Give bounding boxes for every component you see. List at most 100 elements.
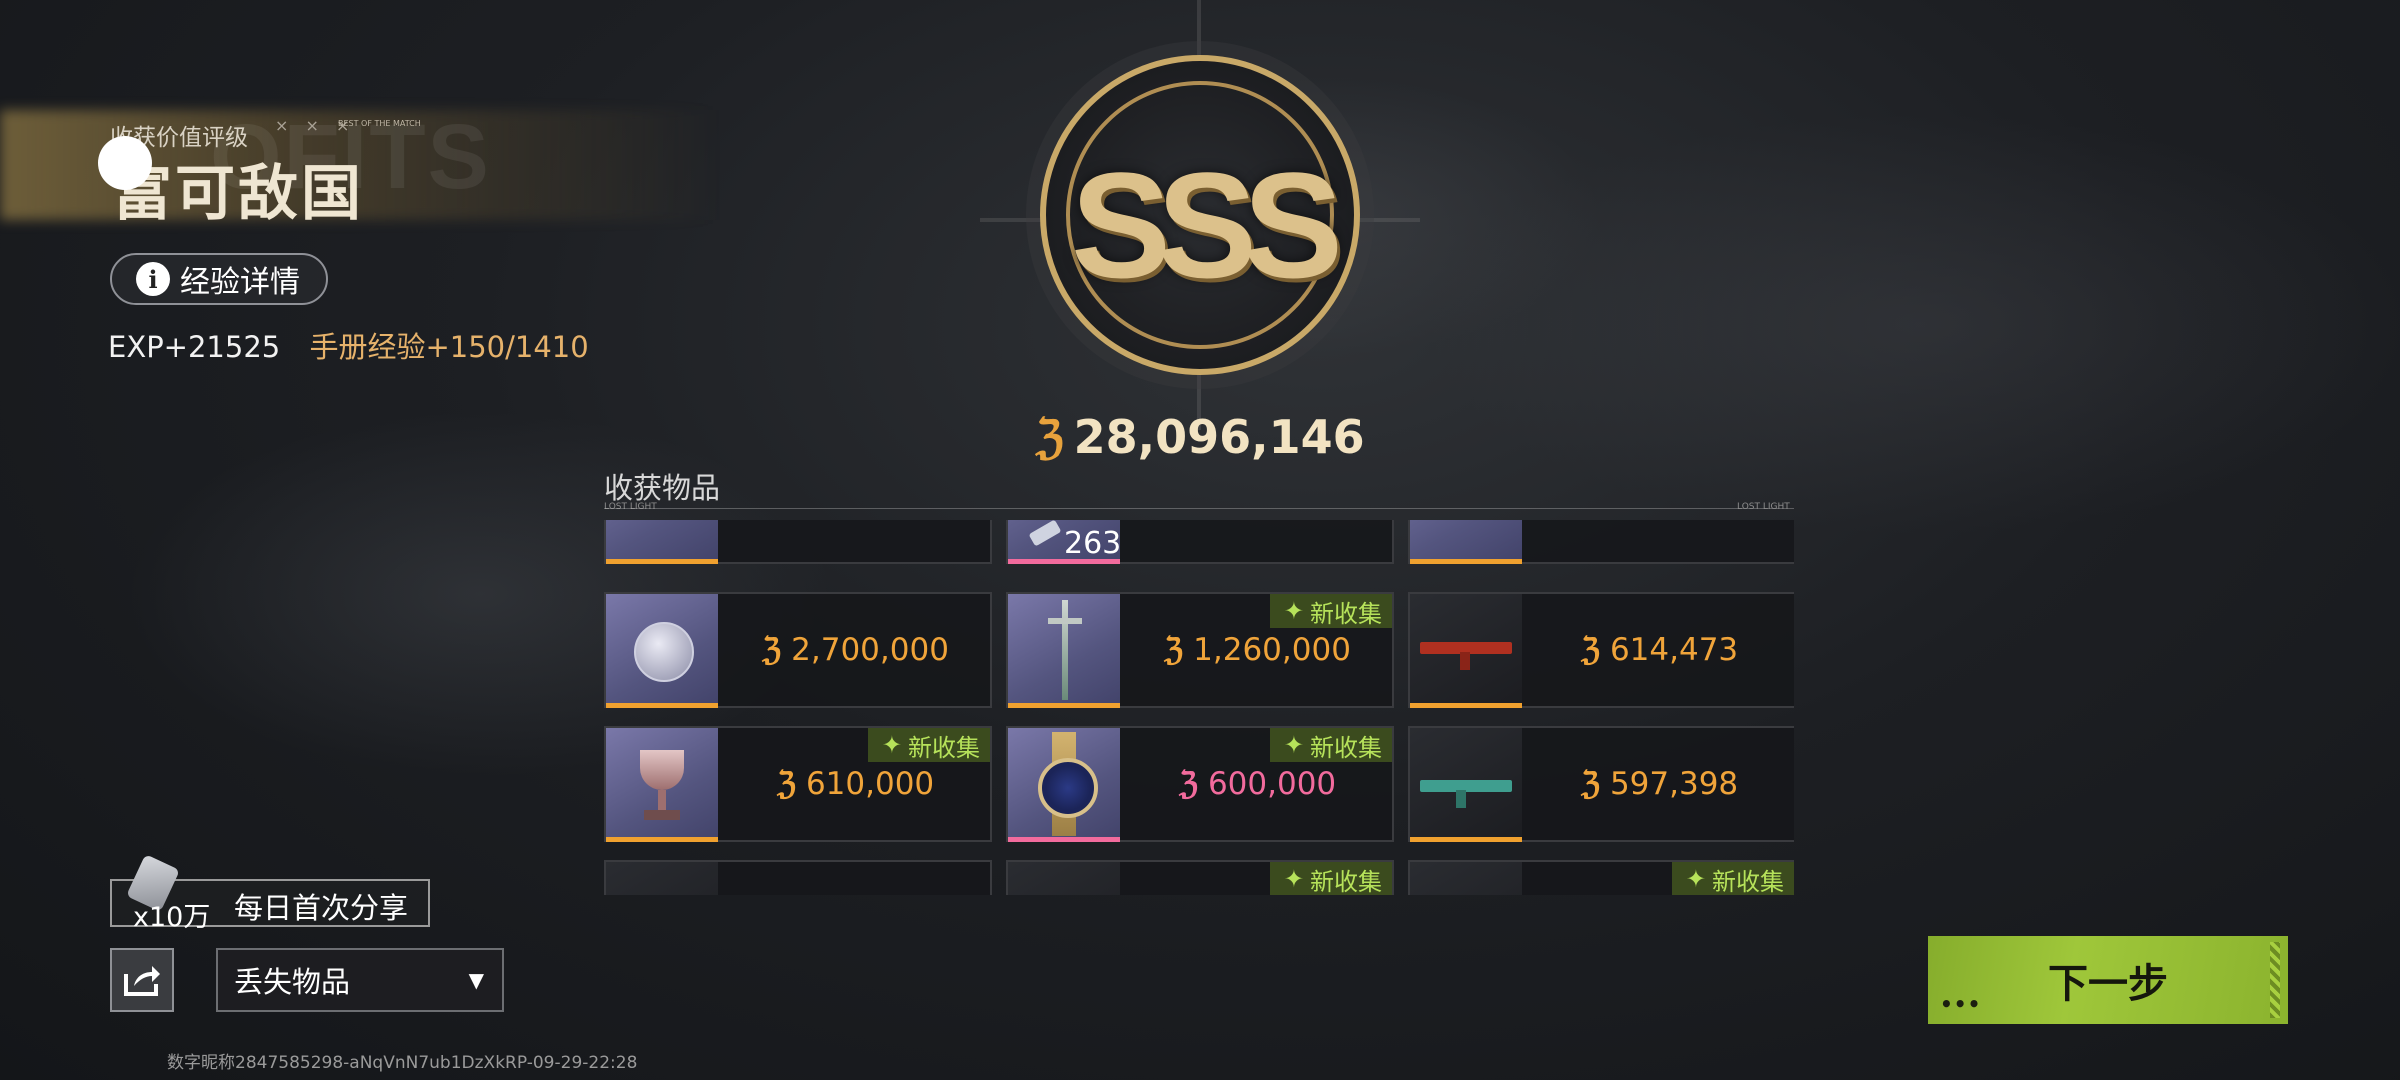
new-collect-badge: ✦ 新收集 [1269, 728, 1392, 762]
rating-subtext: BEST OF THE MATCH [338, 119, 421, 128]
sparkle-icon: ✦ [1283, 731, 1304, 759]
total-value: ℨ 28,096,146 [1035, 410, 1364, 464]
loot-card-partial[interactable] [604, 520, 992, 564]
rarity-bar [1008, 559, 1120, 564]
loot-card-partial[interactable] [604, 860, 992, 895]
item-thumb [606, 594, 718, 708]
grade-letters: SSS [1070, 141, 1343, 309]
loot-card[interactable]: ℨ 2,700,000 [604, 592, 992, 708]
trophy-base [644, 810, 680, 820]
dropdown-selected: 丢失物品 [234, 965, 351, 999]
currency-icon: ℨ [776, 766, 796, 802]
item-quantity: 263 [1064, 526, 1122, 561]
next-step-label: 下一步 [2048, 961, 2168, 1007]
coin-item-icon [634, 622, 694, 682]
manual-exp: 手册经验+150/1410 [309, 330, 589, 364]
item-price-value: 614,473 [1609, 632, 1739, 668]
sword-guard [1048, 618, 1082, 624]
currency-icon: ℨ [1178, 766, 1198, 802]
info-icon: i [136, 262, 170, 296]
watch-icon [1038, 758, 1098, 818]
item-thumb [1008, 862, 1120, 895]
exp-value: EXP+21525 [108, 330, 281, 364]
rarity-bar [1008, 703, 1120, 708]
rarity-bar [1410, 703, 1522, 708]
item-thumb [1410, 862, 1522, 895]
lost-items-dropdown[interactable]: 丢失物品 ▼ [216, 948, 504, 1012]
item-price: ℨ 597,398 [1525, 728, 1794, 840]
item-icon [1028, 520, 1062, 547]
new-collect-label: 新收集 [1310, 733, 1382, 762]
new-collect-label: 新收集 [1310, 867, 1382, 896]
rifle-grip [1456, 790, 1466, 808]
loot-divider-label-left: LOST LIGHT [604, 502, 657, 512]
sparkle-icon: ✦ [1283, 865, 1304, 893]
currency-icon: ℨ [1164, 632, 1184, 668]
rarity-bar [1410, 837, 1522, 842]
item-thumb [1008, 594, 1120, 708]
grade-emblem: SSS [1040, 55, 1360, 375]
item-price: ℨ 2,700,000 [721, 594, 990, 706]
trophy-icon [640, 750, 684, 790]
currency-icon: ℨ [1580, 766, 1600, 802]
currency-icon: ℨ [762, 632, 782, 668]
reward-quantity: x10万 [133, 902, 211, 933]
item-thumb [1008, 728, 1120, 842]
currency-icon: ℨ [1580, 632, 1600, 668]
item-price-value: 600,000 [1207, 766, 1337, 802]
sword-icon [1062, 600, 1068, 700]
caret-down-icon: ▼ [468, 968, 484, 992]
loot-divider [604, 508, 1794, 509]
sparkle-icon: ✦ [1685, 865, 1706, 893]
item-thumb [1410, 594, 1522, 708]
item-price-value: 1,260,000 [1193, 632, 1351, 668]
share-button[interactable] [110, 948, 174, 1012]
item-price: ℨ 614,473 [1525, 594, 1794, 706]
item-thumb [1410, 728, 1522, 842]
new-collect-label: 新收集 [908, 733, 980, 762]
sparkle-icon: ✦ [881, 731, 902, 759]
item-price-value: 610,000 [805, 766, 935, 802]
user-id-footer: 数字昵称2847585298-aNqVnN7ub1DzXkRP-09-29-22… [167, 1053, 638, 1073]
loot-grid[interactable]: 263 ℨ 2,700,000 ℨ 1,260,000 ✦ 新收集 ℨ 614,… [604, 520, 1794, 895]
rifle-icon [1420, 780, 1512, 792]
loot-card[interactable]: ℨ 1,260,000 ✦ 新收集 [1006, 592, 1394, 708]
currency-icon: ℨ [1035, 410, 1064, 464]
item-price-value: 2,700,000 [791, 632, 949, 668]
rarity-bar [606, 559, 718, 564]
new-collect-badge: ✦ 新收集 [867, 728, 990, 762]
daily-share-label: 每日首次分享 [234, 891, 409, 925]
item-thumb [606, 728, 718, 842]
button-stripe [2270, 942, 2280, 1018]
item-thumb: 263 [1008, 520, 1122, 564]
item-price-value: 597,398 [1609, 766, 1739, 802]
new-collect-label: 新收集 [1310, 599, 1382, 628]
exp-details-label: 经验详情 [180, 265, 300, 300]
new-collect-badge: ✦ 新收集 [1269, 862, 1392, 896]
item-thumb [1410, 520, 1522, 564]
loot-title: 收获物品 [604, 471, 721, 505]
loot-card[interactable]: ℨ 600,000 ✦ 新收集 [1006, 726, 1394, 842]
loot-card[interactable]: ℨ 614,473 [1408, 592, 1794, 708]
trophy-stem [658, 790, 666, 810]
new-collect-badge: ✦ 新收集 [1671, 862, 1794, 896]
button-dots: ••• [1940, 992, 1982, 1016]
total-value-text: 28,096,146 [1073, 410, 1365, 464]
exp-details-button[interactable]: i 经验详情 [110, 253, 328, 305]
new-collect-badge: ✦ 新收集 [1269, 594, 1392, 628]
item-thumb [606, 520, 718, 564]
touch-indicator [98, 136, 152, 190]
loot-card-partial[interactable]: ✦ 新收集 [1006, 860, 1394, 895]
item-thumb [606, 862, 718, 895]
loot-card-partial[interactable]: 263 [1006, 520, 1394, 564]
rarity-bar [606, 703, 718, 708]
new-collect-label: 新收集 [1712, 867, 1784, 896]
loot-card[interactable]: ℨ 610,000 ✦ 新收集 [604, 726, 992, 842]
loot-card[interactable]: ℨ 597,398 [1408, 726, 1794, 842]
exp-summary: EXP+21525 手册经验+150/1410 [108, 324, 589, 366]
rarity-bar [1008, 837, 1120, 842]
loot-card-partial[interactable]: ✦ 新收集 [1408, 860, 1794, 895]
rarity-bar [606, 837, 718, 842]
loot-card-partial[interactable] [1408, 520, 1794, 564]
next-step-button[interactable]: 下一步 ••• [1928, 936, 2288, 1024]
